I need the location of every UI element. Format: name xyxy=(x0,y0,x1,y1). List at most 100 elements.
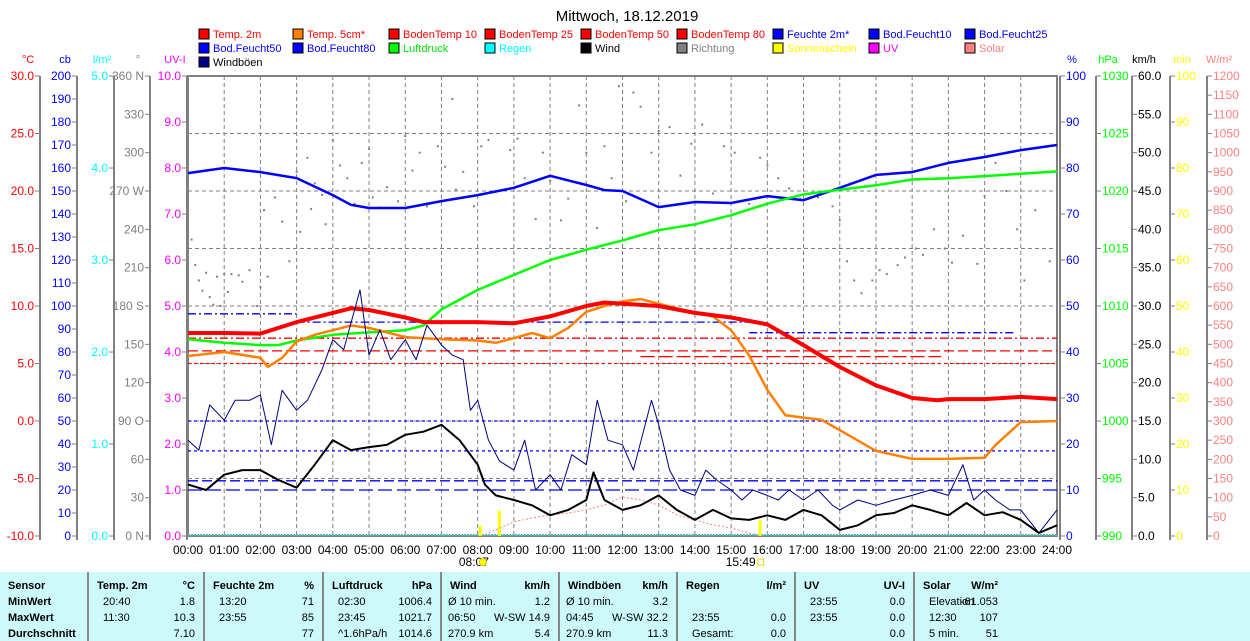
direction-point xyxy=(473,205,476,208)
axis-unit: cb xyxy=(59,54,71,66)
table-cell: 71 xyxy=(301,596,314,608)
axis-tick-label: 10.0 xyxy=(1138,452,1162,466)
direction-point xyxy=(273,196,276,199)
direction-point xyxy=(853,279,856,282)
x-tick-label: 06:00 xyxy=(390,543,420,557)
axis-tick-label: 90 xyxy=(1066,115,1080,129)
direction-point xyxy=(346,177,349,180)
table-cell: 3.2 xyxy=(652,596,668,608)
legend-swatch xyxy=(676,28,688,40)
axis-tick-label: 1005 xyxy=(1102,357,1129,371)
direction-point xyxy=(541,151,544,154)
axis-tick-label: 0 xyxy=(1213,529,1220,543)
axis-tick-label: 6.0 xyxy=(164,253,181,267)
axis-tick-label: 20.0 xyxy=(1138,376,1162,390)
legend-label: Luftdruck xyxy=(403,43,449,55)
axis-tick-label: 200 xyxy=(51,69,71,83)
axis-tick-label: 25.0 xyxy=(1138,337,1162,351)
axis-tick-label: 650 xyxy=(1213,280,1233,294)
legend-label: Wind xyxy=(595,43,620,55)
axis-tick-label: 90 O xyxy=(118,414,144,428)
legend-swatch xyxy=(484,28,496,40)
x-tick-label: 22:00 xyxy=(970,543,1000,557)
axis-tick-label: 990 xyxy=(1102,529,1122,543)
table-cell: Luftdruck xyxy=(332,580,383,592)
axis-tick-label: 10 xyxy=(1066,483,1080,497)
direction-point xyxy=(331,138,334,141)
table-cell: 0.0 xyxy=(770,628,786,640)
direction-point xyxy=(320,193,323,196)
plot-area: 00:00 01:00 02:00 03:00 04:00 05:00 06:00 07:00… xyxy=(173,75,1072,569)
axis-tick-label: 50.0 xyxy=(1138,146,1162,160)
direction-point xyxy=(766,164,769,167)
direction-point xyxy=(360,161,363,164)
axis-tick-label: 450 xyxy=(1213,357,1233,371)
direction-point xyxy=(418,151,421,154)
axis-tick-label: 5.0 xyxy=(164,299,181,313)
x-tick-label: 17:00 xyxy=(789,543,819,557)
direction-point xyxy=(197,279,200,282)
direction-point xyxy=(509,149,512,152)
table-cell: Gesamt: xyxy=(692,628,734,640)
x-tick-label: 13:00 xyxy=(644,543,674,557)
axis-tick-label: 1200 xyxy=(1213,69,1240,83)
table-cell: Feuchte 2m xyxy=(213,580,275,592)
x-tick-label: 05:00 xyxy=(354,543,384,557)
legend-swatch xyxy=(198,56,210,68)
direction-point xyxy=(878,269,881,272)
direction-point xyxy=(324,223,327,226)
legend-swatch xyxy=(676,42,688,54)
legend-swatch xyxy=(388,28,400,40)
direction-point xyxy=(219,305,222,307)
direction-point xyxy=(596,227,599,230)
direction-point xyxy=(1048,260,1051,263)
axis-tick-label: 20.0 xyxy=(11,184,35,198)
table-cell: UV-I xyxy=(883,580,905,592)
axis-tick-label: 5.0 xyxy=(17,357,34,371)
legend-swatch xyxy=(964,42,976,54)
direction-point xyxy=(932,228,935,231)
axis-unit: W/m² xyxy=(1206,54,1233,66)
sunset-time: 15:49 xyxy=(726,555,756,569)
axis-tick-label: 330 xyxy=(124,107,144,121)
axis-tick-label: 120 xyxy=(51,253,71,267)
sunshine-bar xyxy=(758,519,762,536)
direction-point xyxy=(871,279,874,282)
direction-point xyxy=(451,98,454,100)
legend-swatch xyxy=(964,28,976,40)
table-cell: hPa xyxy=(411,580,432,592)
direction-point xyxy=(788,187,791,190)
legend-label: Bod.Feucht80 xyxy=(307,43,376,55)
legend-swatch xyxy=(868,28,880,40)
axis-tick-label: 60 xyxy=(1176,253,1190,267)
axis-unit: ° xyxy=(136,54,140,66)
direction-point xyxy=(831,205,834,208)
direction-point xyxy=(281,220,284,223)
axis-tick-label: 9.0 xyxy=(164,115,181,129)
axis-tick-label: 40.0 xyxy=(1138,222,1162,236)
axis-tick-label: 600 xyxy=(1213,299,1233,313)
table-cell: 5.4 xyxy=(534,628,550,640)
x-tick-label: 01:00 xyxy=(209,543,239,557)
direction-point xyxy=(425,205,428,208)
x-tick-label: 09:00 xyxy=(499,543,529,557)
table-cell: MinWert xyxy=(8,596,52,608)
table-cell: 23:55 xyxy=(692,612,720,624)
table-cell: Windböen xyxy=(568,580,622,592)
axis-tick-label: 10.0 xyxy=(11,299,35,313)
table-cell: W/m² xyxy=(971,580,998,592)
axis-tick-label: 70 xyxy=(1176,207,1190,221)
axis-tick-label: 4.0 xyxy=(164,345,181,359)
direction-point xyxy=(845,260,848,263)
axis-unit: l/m² xyxy=(93,54,112,66)
table-cell: 13:20 xyxy=(219,596,247,608)
direction-point xyxy=(860,292,863,295)
table-cell: UV xyxy=(804,580,820,592)
direction-point xyxy=(397,200,400,203)
axis-tick-label: 170 xyxy=(51,138,71,152)
axis-tick-label: 1000 xyxy=(1102,414,1129,428)
axis-tick-label: 180 S xyxy=(113,299,144,313)
x-tick-label: 11:00 xyxy=(572,543,601,557)
axis-tick-label: 40 xyxy=(1066,345,1080,359)
axis-tick-label: 30 xyxy=(1176,391,1190,405)
